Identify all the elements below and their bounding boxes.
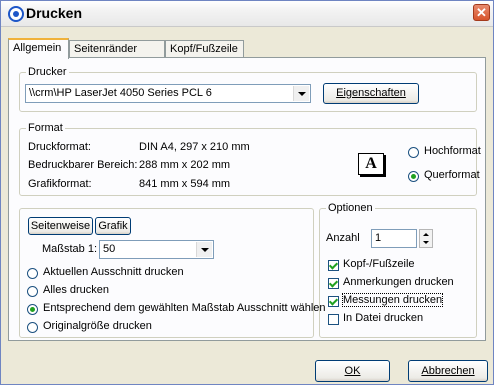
title-bar[interactable]: Drucken ✕ — [1, 1, 493, 27]
graphic-format-value: 841 mm x 594 mm — [139, 178, 231, 190]
radio-original-size[interactable] — [27, 322, 38, 333]
radio-querformat[interactable] — [408, 171, 419, 182]
current-section-label[interactable]: Aktuellen Ausschnitt drucken — [43, 266, 184, 278]
querformat-label[interactable]: Querformat — [424, 169, 480, 181]
paper-format-value: DIN A4, 297 x 210 mm — [139, 141, 250, 153]
count-value: 1 — [375, 232, 382, 244]
pagewise-button[interactable]: Seitenweise — [28, 217, 93, 235]
radio-print-all[interactable] — [27, 286, 38, 297]
count-input[interactable]: 1 — [371, 229, 417, 248]
cancel-button[interactable]: Abbrechen — [408, 360, 488, 382]
header-footer-label[interactable]: Kopf-/Fußzeile — [343, 258, 415, 270]
radio-current-section[interactable] — [27, 268, 38, 279]
format-group: Format Druckformat: DIN A4, 297 x 210 mm… — [19, 122, 481, 196]
chevron-down-icon[interactable] — [293, 86, 309, 101]
ok-button-label: OK — [344, 365, 361, 377]
annotations-label[interactable]: Anmerkungen drucken — [343, 276, 454, 288]
format-group-label: Format — [26, 122, 65, 134]
close-icon: ✕ — [476, 5, 487, 20]
options-group: Optionen Anzahl 1 Kopf-/Fußzeile Anmerku… — [319, 202, 477, 338]
chevron-down-icon[interactable] — [196, 242, 212, 257]
scale-section-label[interactable]: Entsprechend dem gewählten Maßstab Aussc… — [43, 302, 326, 314]
orientation-page-icon: A — [358, 153, 384, 175]
app-icon — [8, 6, 24, 22]
checkbox-print-to-file[interactable] — [328, 314, 339, 325]
printer-group-label: Drucker — [26, 66, 69, 78]
measurements-label[interactable]: Messungen drucken — [341, 293, 444, 307]
print-all-label[interactable]: Alles drucken — [43, 284, 109, 296]
scale-group: Seitenweise Grafik Maßstab 1: 50 Aktuell… — [19, 208, 326, 338]
tab-kopf-fusszeile[interactable]: Kopf/Fußzeile — [165, 40, 244, 58]
scale-label: Maßstab 1: — [42, 243, 98, 255]
checkbox-header-footer[interactable] — [328, 260, 339, 271]
tab-panel-allgemein: Drucker \\crm\HP LaserJet 4050 Series PC… — [8, 57, 486, 341]
checkbox-measurements[interactable] — [328, 296, 339, 307]
cancel-button-label: Abbrechen — [421, 365, 475, 377]
tab-allgemein[interactable]: Allgemein — [8, 38, 69, 59]
graphic-format-label: Grafikformat: — [28, 178, 92, 190]
graphic-button[interactable]: Grafik — [95, 217, 131, 235]
properties-button[interactable]: Eigenschaften — [323, 83, 419, 104]
count-spinner[interactable] — [419, 229, 433, 248]
properties-button-label: Eigenschaften — [336, 87, 406, 99]
print-to-file-label[interactable]: In Datei drucken — [343, 312, 423, 324]
printer-select[interactable]: \\crm\HP LaserJet 4050 Series PCL 6 — [25, 84, 311, 103]
ok-button[interactable]: OK — [315, 360, 390, 382]
print-dialog: Drucken ✕ Allgemein Seitenränder Kopf/Fu… — [0, 0, 494, 385]
window-title: Drucken — [26, 5, 83, 21]
paper-format-label: Druckformat: — [28, 141, 91, 153]
scale-select-value: 50 — [103, 243, 116, 255]
printer-group: Drucker \\crm\HP LaserJet 4050 Series PC… — [19, 66, 477, 112]
printable-area-value: 288 mm x 202 mm — [139, 159, 231, 171]
printable-area-label: Bedruckbarer Bereich: — [28, 159, 138, 171]
options-group-label: Optionen — [326, 202, 375, 214]
printer-select-value: \\crm\HP LaserJet 4050 Series PCL 6 — [29, 87, 212, 99]
tab-seitenraender[interactable]: Seitenränder — [69, 40, 165, 58]
radio-scale-section[interactable] — [27, 304, 38, 315]
original-size-label[interactable]: Originalgröße drucken — [43, 320, 152, 332]
radio-hochformat[interactable] — [408, 147, 419, 158]
hochformat-label[interactable]: Hochformat — [424, 145, 481, 157]
checkbox-annotations[interactable] — [328, 278, 339, 289]
close-button[interactable]: ✕ — [473, 4, 490, 21]
scale-select[interactable]: 50 — [99, 240, 214, 259]
count-label: Anzahl — [326, 232, 360, 244]
